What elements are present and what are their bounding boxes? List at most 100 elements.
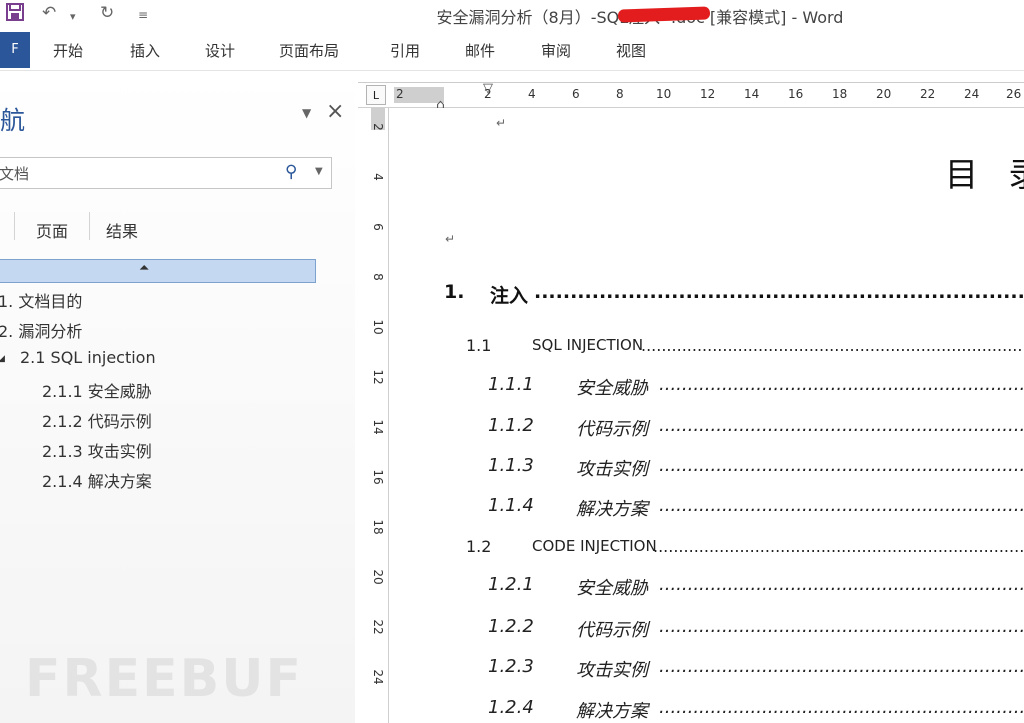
- ruler-number: 14: [744, 87, 760, 101]
- ruler-number: 8: [616, 87, 624, 101]
- ruler-number: 4: [371, 173, 385, 181]
- ruler-number: 2: [371, 123, 385, 131]
- ruler-number: 10: [656, 87, 672, 101]
- nav-heading-2-1-2[interactable]: 2.1.2 代码示例: [42, 408, 152, 432]
- nav-heading-2-1[interactable]: 2.1 SQL injection: [20, 348, 156, 367]
- toc-entry-number: 1.2: [466, 537, 492, 556]
- tab-home[interactable]: 开始: [53, 40, 83, 61]
- collapse-up-icon[interactable]: ⏶: [139, 261, 149, 276]
- search-dropdown-icon[interactable]: ▼: [315, 166, 323, 177]
- ruler-number: 14: [371, 419, 385, 435]
- ruler-number: 24: [964, 87, 980, 101]
- ruler-number: 18: [832, 87, 848, 101]
- toc-leader-dots: ........................................…: [659, 374, 1024, 395]
- toc-leader-dots: ........................................…: [534, 281, 1024, 303]
- heading-collapse-bar[interactable]: ⏶: [0, 259, 316, 283]
- toc-entry-text: CODE INJECTION: [532, 537, 657, 555]
- ruler-number: 8: [371, 273, 385, 281]
- tab-mailings[interactable]: 邮件: [465, 40, 495, 61]
- toc-entry-text: 注入: [490, 285, 529, 307]
- vertical-ruler[interactable]: 2 4 6 8 10 12 14 16 18 20 22 24: [368, 108, 389, 723]
- toc-leader-dots: ........................................…: [659, 656, 1024, 677]
- tab-review[interactable]: 审阅: [541, 40, 571, 61]
- toc-entry-number: 1.2.4: [488, 697, 534, 718]
- toc-entry-number: 1.2.2: [488, 616, 534, 637]
- nav-options-icon[interactable]: ▼: [302, 106, 311, 120]
- expand-triangle-icon[interactable]: ◢: [0, 354, 5, 364]
- title-bar: ↶ ▾ ↻ ≡ 安全漏洞分析（8月）-SQL注入- .doc [兼容模式] - …: [0, 0, 1024, 30]
- watermark-logo: FREEBUF: [25, 649, 303, 709]
- toc-entry-text: 安全威胁: [576, 578, 648, 599]
- toc-entry-text: SQL INJECTION: [532, 336, 644, 354]
- paragraph-mark: ↵: [496, 116, 507, 130]
- ruler-number: 2: [396, 87, 404, 101]
- toc-entry-text: 代码示例: [576, 419, 648, 440]
- toc-leader-dots: ........................................…: [659, 574, 1024, 595]
- tab-view[interactable]: 视图: [616, 40, 646, 61]
- toc-entry-text: 解决方案: [576, 701, 648, 722]
- toc-entry-text: 代码示例: [576, 620, 648, 641]
- ruler-number: 12: [371, 369, 385, 385]
- navigation-pane: 航 ▼ × ⚲ ▼ 页面 结果 ⏶ 1. 文档目的 2. 漏洞分析 ◢ 2.1 …: [0, 71, 355, 723]
- nav-heading-1[interactable]: 1. 文档目的: [0, 288, 82, 312]
- toc-leader-dots: ........................................…: [659, 495, 1024, 516]
- toc-leader-dots: ........................................…: [653, 537, 1024, 556]
- window-title: 安全漏洞分析（8月）-SQL注入- .doc [兼容模式] - Word: [436, 8, 844, 27]
- ruler-number: 20: [876, 87, 892, 101]
- ruler-number: 24: [371, 669, 385, 685]
- toc-entry-number: 1.1.3: [488, 455, 534, 476]
- toc-entry-text: 安全威胁: [576, 378, 648, 399]
- nav-heading-2-1-3[interactable]: 2.1.3 攻击实例: [42, 438, 152, 462]
- tab-separator: [14, 212, 15, 240]
- ruler-number: 6: [371, 223, 385, 231]
- close-icon[interactable]: ×: [326, 99, 344, 124]
- tab-pages[interactable]: 页面: [36, 218, 68, 242]
- toc-leader-dots: ........................................…: [641, 336, 1024, 355]
- ruler-number: 22: [920, 87, 936, 101]
- nav-heading-2-1-4[interactable]: 2.1.4 解决方案: [42, 468, 152, 492]
- search-input[interactable]: [0, 158, 269, 188]
- toc-entry-number: 1.1.4: [488, 495, 534, 516]
- toc-entry-text: 解决方案: [576, 499, 648, 520]
- horizontal-ruler[interactable]: L 2 2 4 6 8 10 12 14 16 18 20 22 24 26 ▽…: [358, 81, 1024, 113]
- toc-leader-dots: ........................................…: [659, 697, 1024, 718]
- paragraph-mark: ↵: [445, 232, 456, 246]
- nav-heading-2[interactable]: 2. 漏洞分析: [0, 318, 82, 342]
- ruler-number: 22: [371, 619, 385, 635]
- toc-entry-number: 1.2.3: [488, 656, 534, 677]
- toc-entry-number: 1.: [444, 281, 465, 303]
- toc-entry-number: 1.1.1: [488, 374, 534, 395]
- ruler-number: 6: [572, 87, 580, 101]
- tab-results[interactable]: 结果: [106, 218, 138, 242]
- document-content[interactable]: ↵ 目 录 ↵ 1. 注入 ..........................…: [389, 108, 1024, 723]
- ruler-number: 26: [1006, 87, 1022, 101]
- tab-selector[interactable]: L: [366, 85, 386, 105]
- toc-entry-number: 1.1.2: [488, 415, 534, 436]
- file-tab[interactable]: F: [0, 32, 30, 68]
- nav-pane-title: 航: [0, 106, 26, 135]
- toc-leader-dots: ........................................…: [659, 455, 1024, 476]
- tab-design[interactable]: 设计: [205, 40, 235, 61]
- ruler-number: 20: [371, 569, 385, 585]
- tab-separator: [89, 212, 90, 240]
- first-line-indent-icon[interactable]: ▽: [483, 81, 493, 96]
- toc-entry-text: 攻击实例: [576, 660, 648, 681]
- ruler-number: 4: [528, 87, 536, 101]
- tab-insert[interactable]: 插入: [130, 40, 160, 61]
- ruler-number: 18: [371, 519, 385, 535]
- tab-page-layout[interactable]: 页面布局: [279, 40, 339, 61]
- toc-entry-text: 攻击实例: [576, 459, 648, 480]
- tab-references[interactable]: 引用: [390, 40, 420, 61]
- ruler-number: 10: [371, 319, 385, 335]
- ruler-number: 16: [371, 469, 385, 485]
- ribbon: F 开始 插入 设计 页面布局 引用 邮件 审阅 视图: [0, 30, 1024, 71]
- search-icon[interactable]: ⚲: [285, 162, 297, 182]
- toc-leader-dots: ........................................…: [659, 415, 1024, 436]
- ruler-number: 12: [700, 87, 716, 101]
- toc-entry-number: 1.2.1: [488, 574, 534, 595]
- nav-search-box[interactable]: ⚲ ▼: [0, 157, 332, 189]
- toc-leader-dots: ........................................…: [659, 616, 1024, 637]
- toc-title: 目 录: [945, 155, 1024, 194]
- nav-heading-2-1-1[interactable]: 2.1.1 安全威胁: [42, 378, 152, 402]
- toc-entry-number: 1.1: [466, 336, 492, 355]
